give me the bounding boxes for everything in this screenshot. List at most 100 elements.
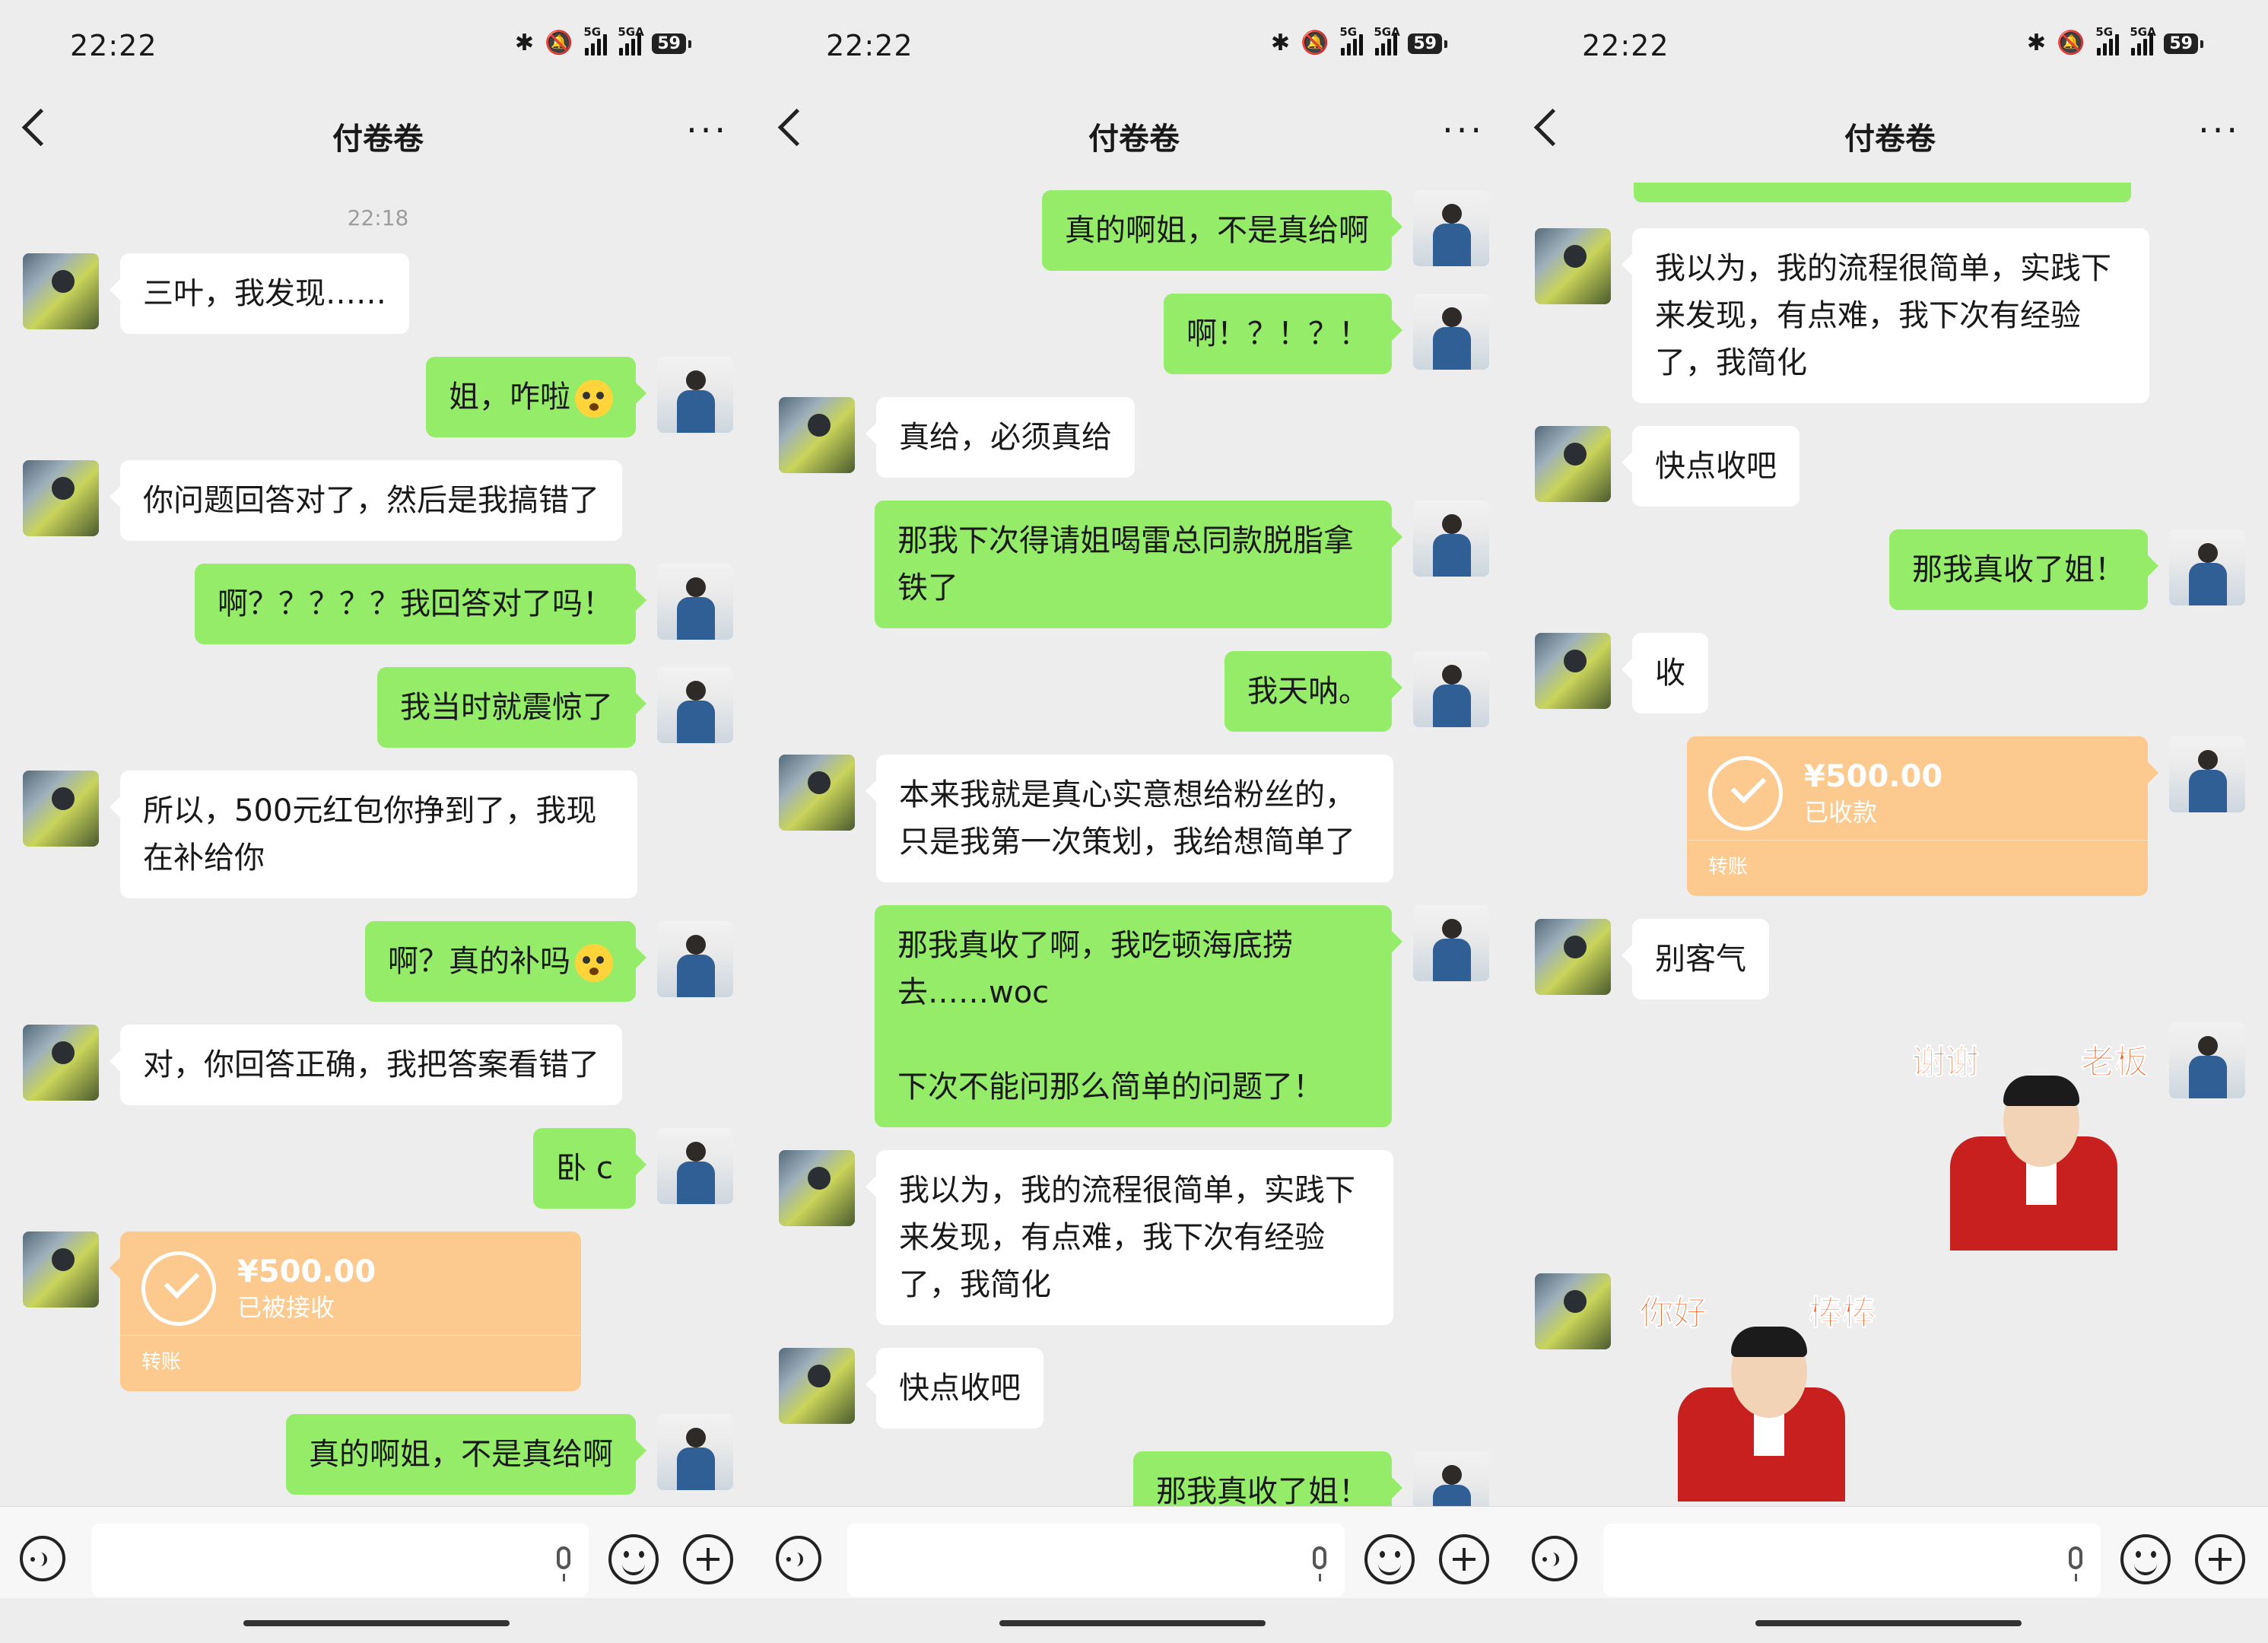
message-row: ¥500.00 已被接收 转账 (23, 1231, 733, 1391)
message-bubble[interactable]: 所以，500元红包你挣到了，我现在补给你 (110, 771, 637, 898)
home-indicator[interactable] (243, 1620, 510, 1626)
transfer-card[interactable]: ¥500.00 已收款 转账 (1687, 736, 2158, 896)
message-bubble[interactable]: 你问题回答对了，然后是我搞错了 (110, 460, 622, 541)
contact-avatar[interactable] (779, 397, 855, 473)
nav-bar: 付卷卷 ··· (1512, 84, 2268, 183)
message-row: 那我真收了啊，我吃顿海底捞去……woc 下次不能问那么简单的问题了！ (779, 905, 1489, 1127)
message-row: 那我真收了姐！ (779, 1451, 1489, 1514)
contact-avatar[interactable] (23, 253, 99, 329)
message-bubble[interactable]: 快点收吧 (1622, 426, 1799, 507)
message-bubble[interactable]: 啊？真的补吗 (365, 921, 646, 1002)
voice-input-icon[interactable] (1532, 1536, 1577, 1581)
my-avatar[interactable] (2169, 529, 2245, 605)
my-avatar[interactable] (657, 564, 733, 640)
contact-avatar[interactable] (779, 755, 855, 831)
message-text: 别客气 (1655, 942, 1746, 977)
battery-icon: 59 (1408, 33, 1447, 54)
my-avatar[interactable] (657, 1414, 733, 1490)
message-bubble[interactable]: 我以为，我的流程很简单，实践下来发现，有点难，我下次有经验了，我简化 (866, 1150, 1393, 1325)
message-bubble[interactable]: 那我下次得请姐喝雷总同款脱脂拿铁了 (875, 501, 1402, 628)
my-avatar[interactable] (2169, 1022, 2245, 1098)
my-avatar[interactable] (657, 667, 733, 743)
message-bubble[interactable]: 对，你回答正确，我把答案看错了 (110, 1025, 622, 1105)
message-bubble[interactable]: 本来我就是真心实意想给粉丝的，只是我第一次策划，我给想简单了 (866, 755, 1393, 882)
message-text: 那我下次得请姐喝雷总同款脱脂拿铁了 (897, 523, 1354, 605)
my-avatar[interactable] (657, 357, 733, 433)
network-label: 5GA (1374, 25, 1400, 39)
sticker-image[interactable]: 谢谢 老板 (1904, 1022, 2149, 1251)
message-row: 我天呐。 (779, 651, 1489, 732)
emoji-icon[interactable] (608, 1534, 659, 1584)
message-input[interactable] (847, 1524, 1345, 1597)
my-avatar[interactable] (1413, 651, 1489, 727)
more-icon[interactable]: ··· (1442, 110, 1485, 151)
microphone-icon[interactable] (557, 1546, 570, 1581)
message-row: 啊！？！？！ (779, 294, 1489, 374)
my-avatar[interactable] (1413, 501, 1489, 577)
message-input[interactable] (1603, 1524, 2101, 1597)
contact-avatar[interactable] (1535, 1273, 1611, 1349)
contact-avatar[interactable] (23, 1025, 99, 1101)
my-avatar[interactable] (1413, 905, 1489, 981)
emoji-icon[interactable] (1364, 1534, 1415, 1584)
message-bubble[interactable]: 啊！？！？！ (1164, 294, 1402, 374)
message-bubble[interactable]: 真的啊姐，不是真给啊 (1042, 190, 1402, 271)
plus-icon[interactable] (1439, 1534, 1489, 1584)
message-bubble[interactable]: 那我真收了姐！ (1133, 1451, 1402, 1514)
contact-avatar[interactable] (23, 771, 99, 847)
message-bubble[interactable]: 我以为，我的流程很简单，实践下来发现，有点难，我下次有经验了，我简化 (1622, 228, 2149, 403)
my-avatar[interactable] (1413, 190, 1489, 266)
chat-area[interactable]: 真的啊姐，不是真给啊啊！？！？！ 真给，必须真给那我下次得请姐喝雷总同款脱脂拿铁了… (756, 190, 1512, 1514)
message-bubble[interactable]: 别客气 (1622, 919, 1769, 999)
message-text: 我以为，我的流程很简单，实践下来发现，有点难，我下次有经验了，我简化 (1655, 251, 2111, 380)
contact-avatar[interactable] (1535, 919, 1611, 995)
my-avatar[interactable] (657, 1128, 733, 1204)
my-avatar[interactable] (1413, 294, 1489, 370)
contact-avatar[interactable] (779, 1150, 855, 1226)
message-bubble[interactable]: 真的啊姐，不是真给啊 (286, 1414, 646, 1495)
more-icon[interactable]: ··· (686, 110, 729, 151)
message-bubble[interactable]: 三叶，我发现…… (110, 253, 409, 334)
message-input[interactable] (91, 1524, 589, 1597)
message-bubble[interactable]: 我天呐。 (1225, 651, 1402, 732)
chat-area[interactable]: 22:18 三叶，我发现…… 姐，咋啦 你问题回答对了，然后是我搞错了 啊？？？？？我回… (0, 183, 756, 1506)
message-bubble[interactable]: 那我真收了啊，我吃顿海底捞去……woc 下次不能问那么简单的问题了！ (875, 905, 1402, 1127)
emoji-icon[interactable] (2120, 1534, 2171, 1584)
microphone-icon[interactable] (1313, 1546, 1326, 1581)
message-bubble[interactable]: 那我真收了姐！ (1889, 529, 2158, 610)
chat-area[interactable]: 我以为，我的流程很简单，实践下来发现，有点难，我下次有经验了，我简化快点收吧那我… (1512, 183, 2268, 1506)
voice-input-icon[interactable] (776, 1536, 821, 1581)
contact-avatar[interactable] (1535, 633, 1611, 709)
voice-input-icon[interactable] (20, 1536, 65, 1581)
sticker-image[interactable]: 你好 棒棒 (1632, 1273, 1876, 1502)
message-bubble[interactable]: 姐，咋啦 (426, 357, 646, 437)
contact-avatar[interactable] (779, 1348, 855, 1424)
message-bubble[interactable]: 快点收吧 (866, 1348, 1043, 1428)
nav-bar: 付卷卷 ··· (0, 84, 756, 183)
contact-avatar[interactable] (23, 1231, 99, 1308)
plus-icon[interactable] (2195, 1534, 2245, 1584)
contact-avatar[interactable] (23, 460, 99, 536)
contact-avatar[interactable] (1535, 426, 1611, 502)
home-indicator[interactable] (999, 1620, 1266, 1626)
my-avatar[interactable] (2169, 736, 2245, 812)
input-bar (1512, 1506, 2268, 1598)
message-bubble[interactable]: 卧 c (533, 1128, 646, 1209)
message-bubble[interactable]: 啊？？？？？我回答对了吗！ (195, 564, 646, 644)
message-bubble[interactable]: 我当时就震惊了 (377, 667, 646, 748)
chat-title: 付卷卷 (1088, 122, 1180, 157)
battery-icon: 59 (652, 33, 691, 54)
message-row: 快点收吧 (1535, 426, 2245, 507)
contact-avatar[interactable] (1535, 228, 1611, 304)
message-bubble[interactable]: 真给，必须真给 (866, 397, 1135, 478)
my-avatar[interactable] (657, 921, 733, 997)
transfer-card[interactable]: ¥500.00 已被接收 转账 (110, 1231, 581, 1391)
microphone-icon[interactable] (2069, 1546, 2082, 1581)
more-icon[interactable]: ··· (2198, 110, 2241, 151)
message-bubble[interactable]: 收 (1622, 633, 1708, 713)
plus-icon[interactable] (683, 1534, 733, 1584)
message-text: 那我真收了姐！ (1156, 1474, 1369, 1509)
home-indicator[interactable] (1755, 1620, 2022, 1626)
signal-icon: 5G (2095, 25, 2120, 56)
my-avatar[interactable] (1413, 1451, 1489, 1514)
